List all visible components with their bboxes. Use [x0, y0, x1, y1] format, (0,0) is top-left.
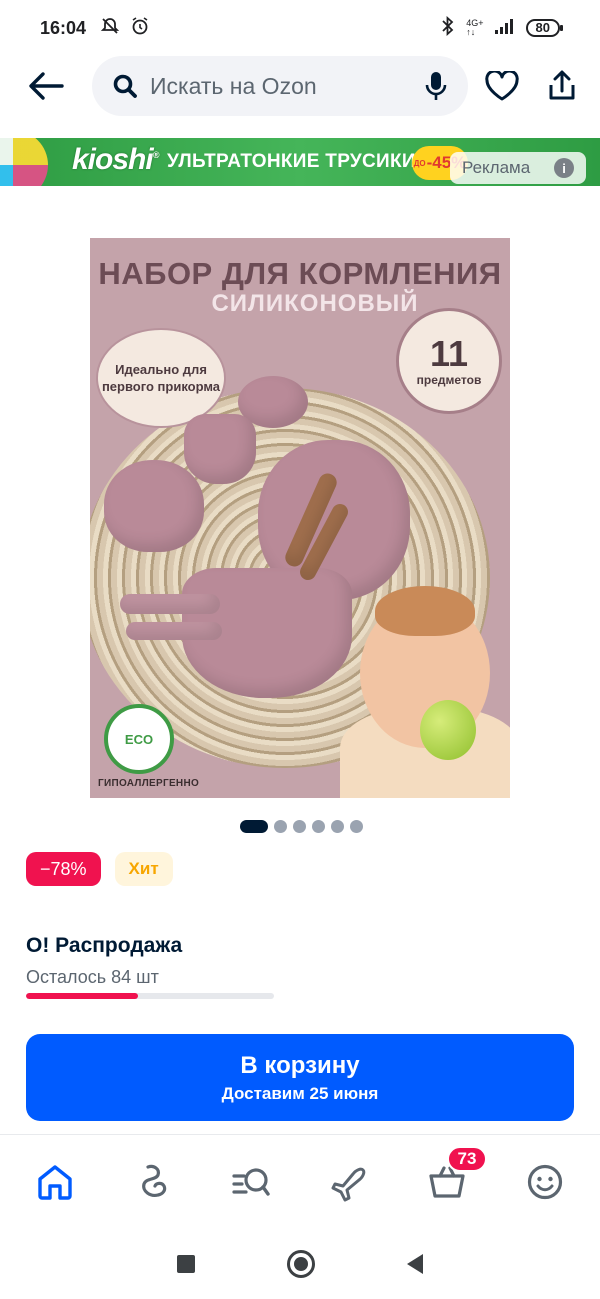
add-to-cart-button[interactable]: В корзину Доставим 25 июня: [26, 1034, 574, 1121]
catalog-search-icon: [232, 1167, 270, 1196]
pager-dot[interactable]: [293, 819, 306, 833]
ad-text: УЛЬТРАТОНКИЕ ТРУСИКИ: [167, 151, 416, 172]
back-button[interactable]: [0, 56, 92, 116]
beach-ball-image: [0, 138, 48, 186]
fork-image: [126, 622, 222, 640]
apple-image: [420, 700, 476, 760]
eco-caption: ГИПОАЛЛЕРГЕННО: [98, 778, 200, 789]
status-bar: 16:04 4G+ ↑↓ 80: [0, 0, 600, 56]
hit-badge: Хит: [114, 852, 173, 886]
cup-image: [184, 414, 256, 484]
fresh-icon: [142, 1164, 167, 1197]
nav-travel[interactable]: [309, 1142, 389, 1222]
pager-dot[interactable]: [331, 819, 344, 833]
nav-home[interactable]: [15, 1142, 95, 1222]
profile-smile-icon: [527, 1164, 563, 1199]
product-badges: −78% Хит: [26, 852, 173, 886]
pager-dot[interactable]: [350, 819, 363, 833]
item-count-badge: 11 предметов: [396, 308, 502, 414]
discount-badge: −78%: [26, 852, 101, 886]
alarm-icon: [130, 16, 150, 41]
recents-button[interactable]: [177, 1254, 195, 1273]
ad-label[interactable]: Реклама i: [450, 152, 586, 184]
search-input[interactable]: Искать на Ozon: [92, 56, 468, 116]
microphone-icon[interactable]: [422, 72, 450, 100]
product-image[interactable]: НАБОР ДЛЯ КОРМЛЕНИЯ СИЛИКОНОВЫЙ Идеально…: [90, 238, 510, 798]
baby-hair-image: [375, 586, 475, 636]
bowl-image: [104, 460, 204, 552]
first-feeding-bubble: Идеально для первого прикорма: [96, 328, 226, 428]
bottom-nav: 73: [0, 1134, 600, 1228]
battery-indicator: 80: [525, 19, 564, 37]
status-time: 16:04: [40, 17, 87, 38]
system-back-button[interactable]: [407, 1253, 423, 1274]
product-image-title: НАБОР ДЛЯ КОРМЛЕНИЯ: [98, 256, 502, 291]
bluetooth-icon: [440, 15, 456, 41]
top-bar: Искать на Ozon: [0, 56, 600, 116]
pager-dot[interactable]: [274, 819, 287, 833]
home-button[interactable]: [287, 1249, 315, 1278]
nav-catalog[interactable]: [211, 1142, 291, 1222]
add-to-cart-label: В корзину: [240, 1051, 360, 1079]
share-icon: [549, 70, 575, 100]
gallery-pager[interactable]: [240, 818, 363, 834]
travel-plane-icon: [331, 1167, 366, 1201]
system-nav-bar: [0, 1228, 600, 1299]
sale-title: О! Распродажа: [26, 934, 183, 957]
stock-remaining: Осталось 84 шт: [26, 967, 159, 987]
search-placeholder: Искать на Ozon: [150, 72, 317, 99]
search-icon: [112, 72, 140, 100]
ad-brand-logo: kioshi®: [72, 143, 159, 176]
nav-profile[interactable]: [505, 1142, 585, 1222]
do-not-disturb-icon: [100, 16, 120, 41]
heart-icon: [485, 71, 519, 101]
spoon-image: [120, 594, 220, 614]
nav-fresh[interactable]: [113, 1142, 193, 1222]
pager-dot-active[interactable]: [240, 819, 268, 833]
network-type: 4G+ ↑↓: [466, 18, 484, 37]
nav-cart[interactable]: 73: [407, 1142, 487, 1222]
stock-progress-fill: [26, 993, 138, 999]
stock-progress-bar: [26, 993, 274, 999]
share-button[interactable]: [532, 56, 592, 116]
delivery-date: Доставим 25 июня: [221, 1083, 379, 1103]
signal-icon: [494, 17, 516, 40]
cart-count-badge: 73: [447, 1145, 487, 1172]
favorite-button[interactable]: [472, 56, 532, 116]
back-arrow-icon: [29, 72, 64, 100]
info-icon: i: [554, 158, 574, 178]
home-icon: [38, 1164, 72, 1200]
pager-dot[interactable]: [312, 819, 325, 833]
eco-badge: ECO: [104, 704, 174, 774]
